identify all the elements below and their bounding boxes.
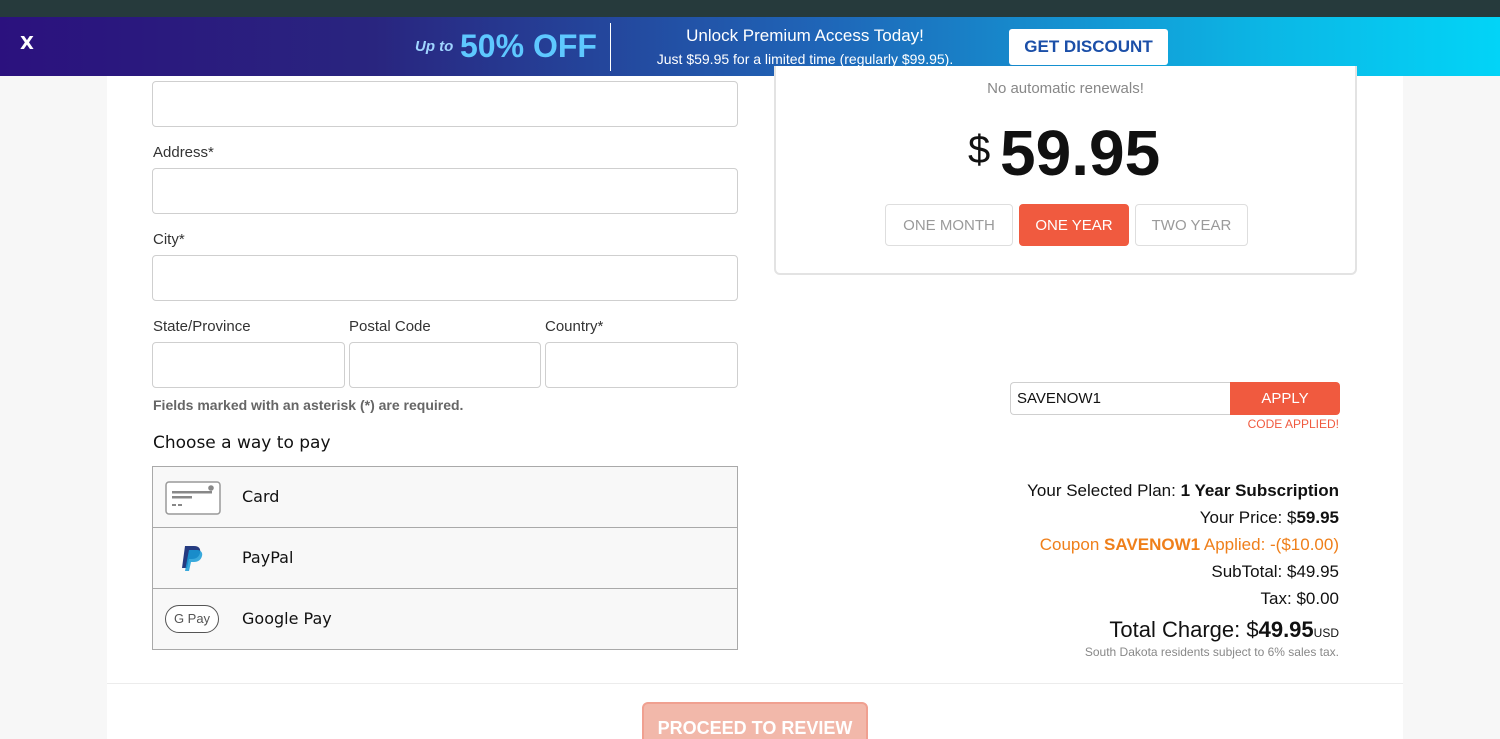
payment-section-title: Choose a way to pay: [153, 433, 331, 453]
summary-coupon: Coupon SAVENOW1 Applied: -($10.00): [1040, 535, 1339, 555]
pay-option-paypal[interactable]: PayPal: [153, 528, 737, 589]
city-field[interactable]: [152, 255, 738, 301]
plan-selector: No automatic renewals! $ 59.95 ONE MONTH…: [774, 66, 1357, 275]
term-two-year-button[interactable]: TWO YEAR: [1135, 204, 1248, 246]
summary-subtotal: SubTotal: $49.95: [1211, 562, 1339, 581]
required-fields-note: Fields marked with an asterisk (*) are r…: [153, 397, 464, 413]
state-field[interactable]: [152, 342, 345, 388]
summary-coupon-prefix: Coupon: [1039, 535, 1105, 554]
country-field[interactable]: [545, 342, 738, 388]
coupon-input[interactable]: SAVENOW1: [1010, 382, 1231, 415]
postal-code-field[interactable]: [349, 342, 541, 388]
promo-prefix: Up to: [415, 38, 454, 55]
city-label: City*: [153, 231, 185, 248]
pay-option-label: Google Pay: [242, 609, 332, 628]
country-label: Country*: [545, 318, 604, 335]
promo-subline: Just $59.95 for a limited time (regularl…: [656, 51, 954, 67]
summary-tax: Tax: $0.00: [1260, 589, 1339, 608]
browser-top-strip: [0, 0, 1500, 17]
summary-total-value: 49.95: [1258, 617, 1314, 642]
credit-card-icon: [165, 481, 221, 520]
address-field[interactable]: [152, 168, 738, 214]
summary-plan: Your Selected Plan: 1 Year Subscription: [1027, 481, 1339, 501]
term-one-year-button[interactable]: ONE YEAR: [1019, 204, 1129, 246]
summary-plan-label: Your Selected Plan:: [1027, 481, 1181, 500]
promo-discount: 50% OFF: [460, 28, 597, 64]
apply-coupon-button[interactable]: APPLY: [1230, 382, 1340, 415]
summary-price-value: 59.95: [1296, 508, 1339, 527]
banner-divider: [610, 23, 611, 71]
promo-headline: Unlock Premium Access Today!: [686, 26, 924, 45]
footer-divider: [107, 683, 1403, 684]
state-label: State/Province: [153, 318, 251, 335]
address-line-field[interactable]: [152, 81, 738, 127]
close-banner-button[interactable]: X: [20, 33, 34, 54]
renewal-note: No automatic renewals!: [987, 80, 1144, 97]
paypal-icon: [180, 544, 204, 577]
get-discount-button[interactable]: GET DISCOUNT: [1009, 29, 1168, 65]
summary-plan-value: 1 Year Subscription: [1180, 481, 1339, 500]
term-one-month-button[interactable]: ONE MONTH: [885, 204, 1013, 246]
summary-price: Your Price: $59.95: [1200, 508, 1339, 528]
proceed-to-review-button[interactable]: PROCEED TO REVIEW: [642, 702, 868, 739]
payment-methods: Card PayPal G Pay Google Pay: [152, 466, 738, 650]
currency-symbol: $: [968, 128, 991, 172]
postal-code-label: Postal Code: [349, 318, 431, 335]
address-label: Address*: [153, 144, 214, 161]
summary-price-label: Your Price: $: [1199, 508, 1297, 527]
summary-coupon-code: SAVENOW1: [1104, 535, 1201, 554]
pay-option-card[interactable]: Card: [153, 467, 737, 528]
pay-option-label: PayPal: [242, 548, 294, 567]
pay-option-label: Card: [242, 487, 280, 506]
summary-total-label: Total Charge: $: [1109, 617, 1259, 642]
coupon-status: CODE APPLIED!: [1247, 417, 1339, 431]
summary-total: Total Charge: $49.95USD: [1109, 617, 1339, 643]
pay-option-google-pay[interactable]: G Pay Google Pay: [153, 589, 737, 650]
summary-coupon-suffix: Applied: -($10.00): [1200, 535, 1339, 554]
plan-price: 59.95: [1000, 117, 1161, 189]
tax-note: South Dakota residents subject to 6% sal…: [1084, 645, 1339, 659]
google-pay-icon: G Pay: [165, 605, 219, 633]
summary-total-currency: USD: [1313, 626, 1339, 640]
